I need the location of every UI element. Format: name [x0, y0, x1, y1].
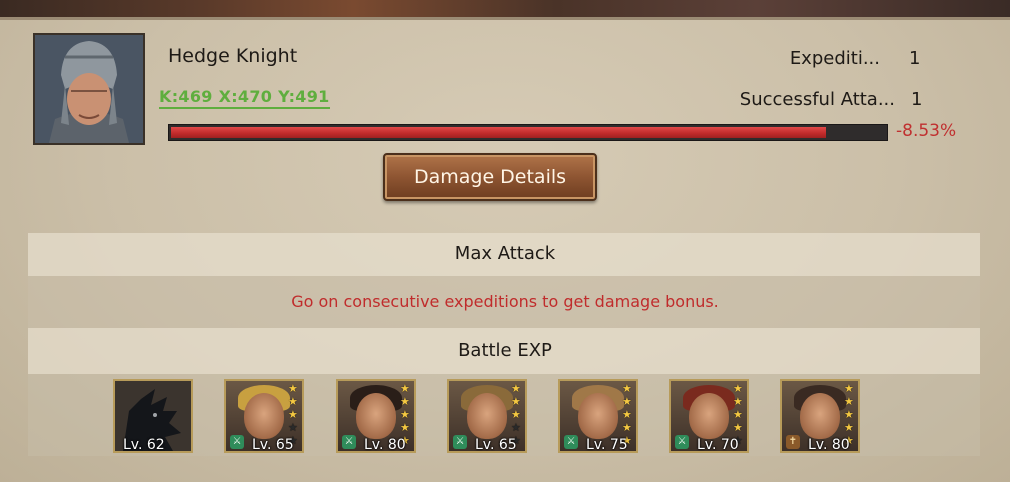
hero-face-icon — [244, 393, 284, 439]
hero-class-icon: ⚔ — [564, 435, 578, 449]
hero-level: Lv. 62 — [123, 437, 165, 453]
hero-face-icon — [689, 393, 729, 439]
hero-level: Lv. 70 — [697, 437, 739, 453]
star-icon: ★ — [288, 382, 298, 395]
star-icon: ★ — [733, 382, 743, 395]
hero-class-icon: ⚔ — [675, 435, 689, 449]
star-icon: ★ — [844, 408, 854, 421]
hero-face-icon — [578, 393, 618, 439]
star-icon: ★ — [511, 382, 521, 395]
star-icon: ★ — [511, 408, 521, 421]
expeditions-label: Expediti... — [789, 48, 880, 69]
hero-class-icon: ⚔ — [453, 435, 467, 449]
successful-attacks-label: Successful Atta... — [739, 89, 895, 110]
hero-class-icon: ⚔ — [230, 435, 244, 449]
expeditions-value: 1 — [909, 48, 921, 69]
star-icon: ★ — [733, 421, 743, 434]
hero-level: Lv. 80 — [808, 437, 850, 453]
hero-class-icon: ⚔ — [342, 435, 356, 449]
hero-card[interactable]: ★ ★ ★ ★ ★ ⚔ Lv. 70 — [669, 379, 749, 453]
star-icon: ★ — [844, 421, 854, 434]
star-icon: ★ — [288, 408, 298, 421]
star-icon: ★ — [288, 421, 298, 434]
hero-card[interactable]: ★ ★ ★ ★ ★ ⚔ Lv. 65 — [447, 379, 527, 453]
star-icon: ★ — [288, 395, 298, 408]
hero-class-icon: ✝ — [786, 435, 800, 449]
damage-progress-fill — [171, 127, 826, 138]
hero-card[interactable]: ★ ★ ★ ★ ★ ⚔ Lv. 65 — [224, 379, 304, 453]
battle-exp-heading: Battle EXP — [458, 340, 552, 361]
hero-level: Lv. 75 — [586, 437, 628, 453]
star-icon: ★ — [733, 395, 743, 408]
damage-progress-bar — [168, 124, 888, 141]
successful-attacks-value: 1 — [911, 89, 923, 110]
player-coordinates-link[interactable]: K:469 X:470 Y:491 — [159, 87, 330, 109]
hero-card[interactable]: ★ ★ ★ ★ ★ ⚔ Lv. 80 — [336, 379, 416, 453]
star-icon: ★ — [511, 421, 521, 434]
hero-face-icon — [467, 393, 507, 439]
hero-face-icon — [356, 393, 396, 439]
hero-level: Lv. 80 — [364, 437, 406, 453]
star-icon: ★ — [622, 408, 632, 421]
hero-portrait — [33, 33, 145, 145]
star-icon: ★ — [622, 395, 632, 408]
star-icon: ★ — [400, 408, 410, 421]
star-icon: ★ — [622, 382, 632, 395]
star-icon: ★ — [511, 395, 521, 408]
star-icon: ★ — [400, 421, 410, 434]
star-icon: ★ — [844, 395, 854, 408]
hero-level: Lv. 65 — [475, 437, 517, 453]
max-attack-heading: Max Attack — [454, 243, 556, 264]
hero-level: Lv. 65 — [252, 437, 294, 453]
top-banner-art — [0, 0, 1010, 20]
star-icon: ★ — [400, 395, 410, 408]
damage-details-button[interactable]: Damage Details — [383, 153, 597, 201]
hero-card[interactable]: Lv. 62 — [113, 379, 193, 453]
hero-card[interactable]: ★ ★ ★ ★ ★ ✝ Lv. 80 — [780, 379, 860, 453]
hero-card[interactable]: ★ ★ ★ ★ ★ ⚔ Lv. 75 — [558, 379, 638, 453]
damage-percent: -8.53% — [896, 121, 957, 141]
damage-bonus-hint: Go on consecutive expeditions to get dam… — [291, 292, 719, 311]
star-icon: ★ — [733, 408, 743, 421]
hero-face-icon — [800, 393, 840, 439]
star-icon: ★ — [400, 382, 410, 395]
player-name: Hedge Knight — [168, 45, 298, 67]
star-icon: ★ — [622, 421, 632, 434]
star-icon: ★ — [844, 382, 854, 395]
